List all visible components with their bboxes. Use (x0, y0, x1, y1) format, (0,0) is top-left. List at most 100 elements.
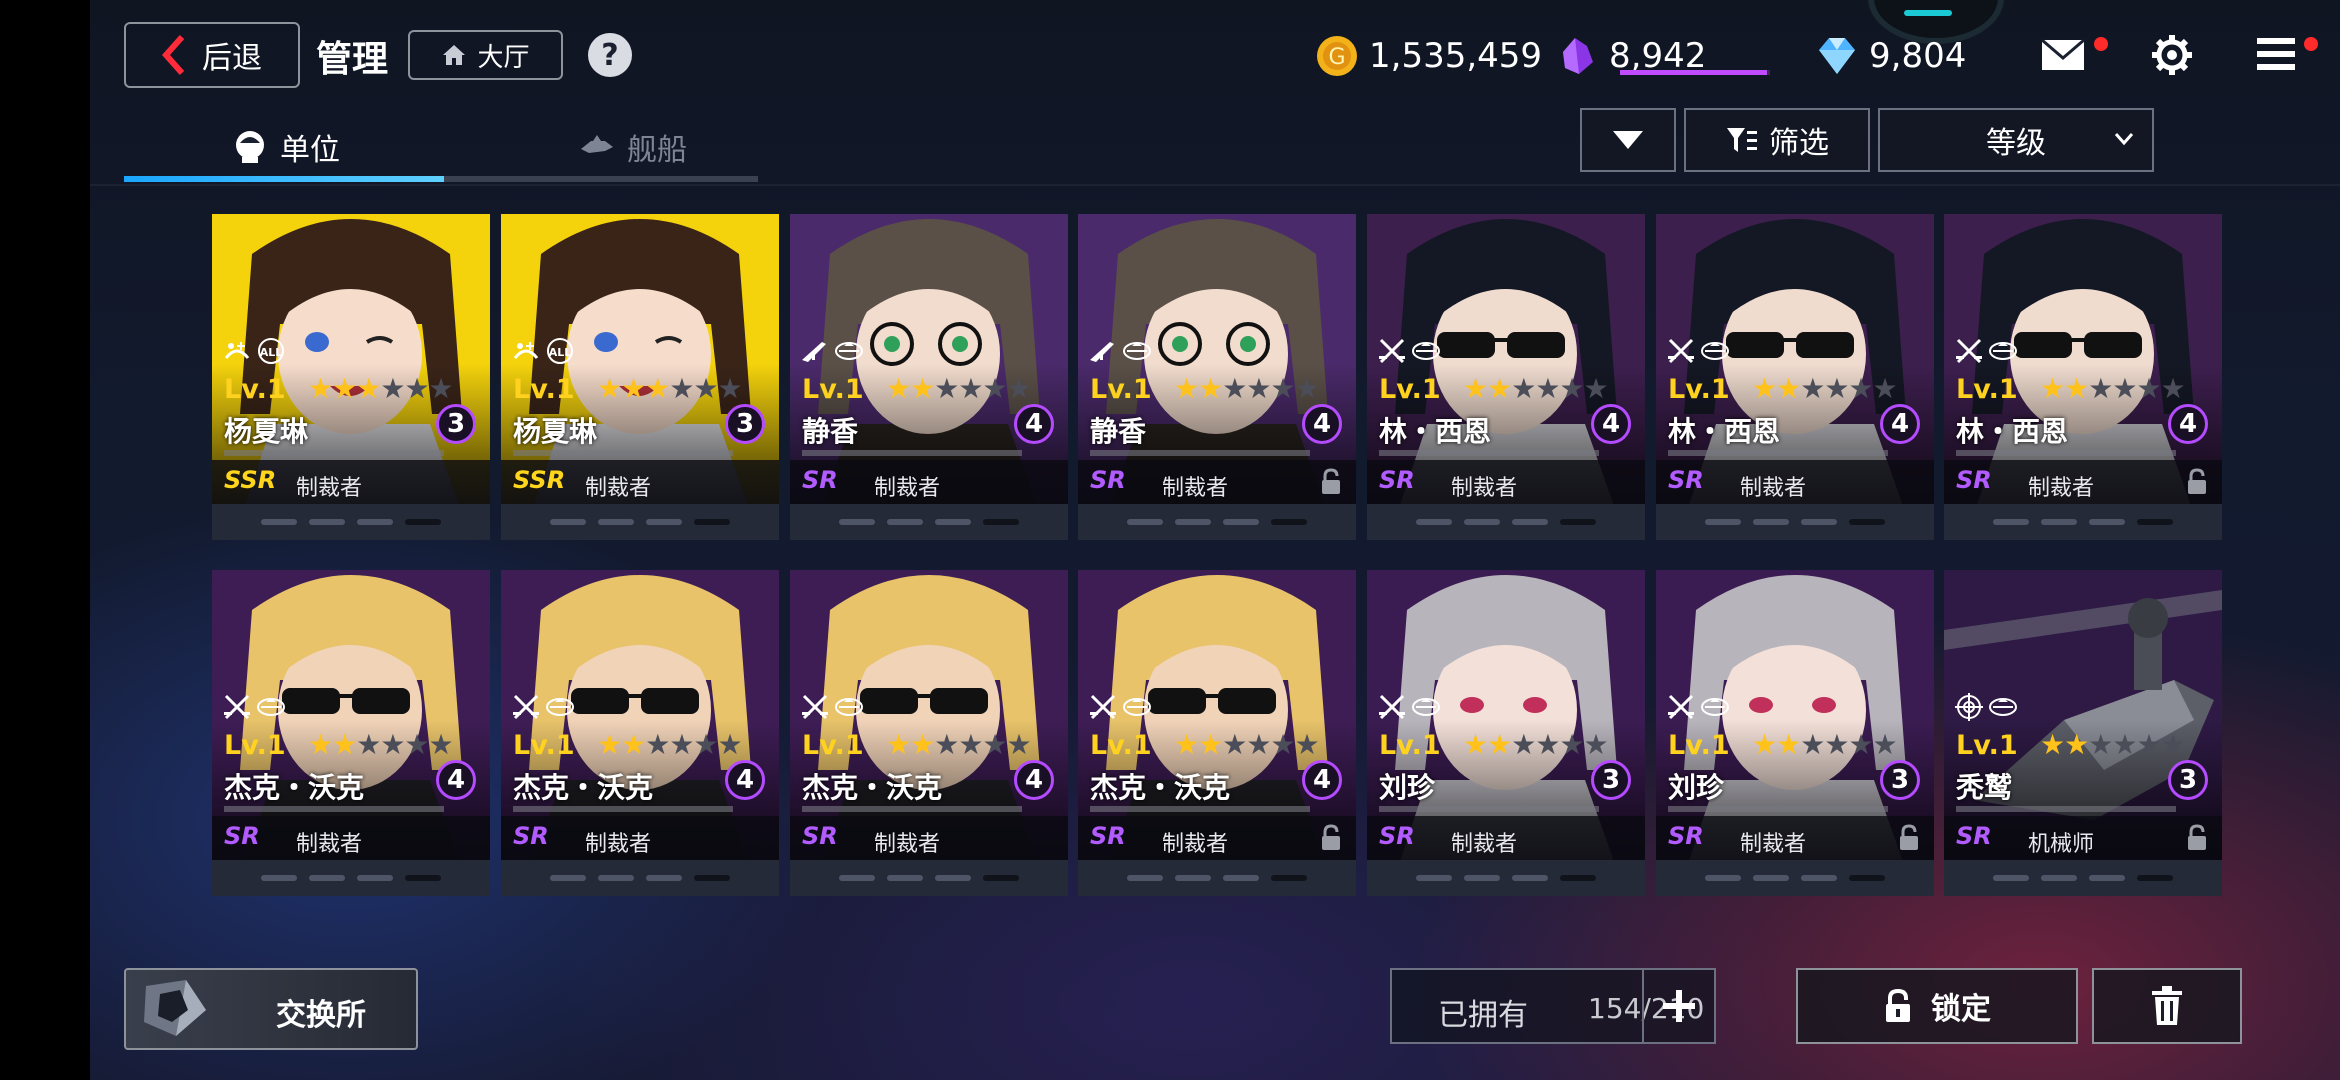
padlock-icon (1886, 988, 1910, 1022)
limit-break-badge: 4 (2168, 404, 2208, 444)
unit-rarity: SR (224, 822, 260, 850)
unit-class: 制裁者 (585, 832, 652, 857)
pip (357, 519, 393, 525)
lock-button[interactable]: 锁定 (1796, 968, 2078, 1044)
unit-card[interactable]: ALL Lv.1 ★★★★★★ 杨夏琳 3 SSR 制裁者 (212, 214, 490, 540)
exchange-crystal-icon (144, 980, 206, 1036)
unit-name: 杰克・沃克 (802, 771, 943, 804)
unit-card[interactable]: Lv.1 ★★★★★★ 刘珍 3 SR 制裁者 (1656, 570, 1934, 896)
unit-card[interactable]: Lv.1 ★★★★★★ 刘珍 3 SR 制裁者 (1367, 570, 1645, 896)
ground-icon (1122, 336, 1152, 366)
chevron-down-icon (2114, 133, 2134, 146)
pip (1993, 875, 2029, 881)
unit-card[interactable]: Lv.1 ★★★★★★ 杰克・沃克 4 SR 制裁者 (212, 570, 490, 896)
pip (1705, 519, 1741, 525)
pip (935, 519, 971, 525)
unit-level: Lv.1 (224, 730, 286, 761)
pip (405, 875, 441, 881)
unit-stars: ★★★★★★ (886, 372, 1032, 405)
back-arrow-icon (162, 35, 185, 75)
filter-label: 筛选 (1769, 126, 1829, 161)
role-icons (1954, 692, 2022, 726)
unit-card[interactable]: Lv.1 ★★★★★★ 杰克・沃克 4 SR 制裁者 (501, 570, 779, 896)
limit-break-badge: 4 (725, 760, 765, 800)
expand-capacity-button[interactable] (1642, 970, 1714, 1042)
settings-gear-icon[interactable] (2150, 33, 2194, 77)
pip (2137, 875, 2173, 881)
ground-icon (1988, 692, 2018, 722)
back-button[interactable]: 后退 (124, 22, 300, 88)
pip (839, 875, 875, 881)
pip (2137, 519, 2173, 525)
limit-break-badge: 4 (1014, 404, 1054, 444)
blue-diamond-icon (1819, 38, 1855, 74)
crossed-swords-icon (222, 692, 252, 722)
pip (1705, 875, 1741, 881)
all-target-icon: ALL (256, 336, 286, 366)
pip (1801, 519, 1837, 525)
unit-stars: ★★★★★★ (2040, 728, 2186, 761)
pip (694, 875, 730, 881)
unit-stars: ★★★★★★ (308, 372, 454, 405)
unit-level: Lv.1 (224, 374, 286, 405)
unit-stars: ★★★★★★ (1752, 372, 1898, 405)
ship-icon (581, 135, 613, 153)
mail-icon[interactable] (2040, 36, 2090, 72)
unit-card[interactable]: Lv.1 ★★★★★★ 静香 4 SR 制裁者 (1078, 214, 1356, 540)
unit-name: 杰克・沃克 (224, 771, 365, 804)
tab-units[interactable]: 单位 (232, 118, 340, 176)
pip (1223, 875, 1259, 881)
delete-button[interactable] (2092, 968, 2242, 1044)
unit-exp-bar (1668, 806, 1888, 812)
crossed-swords-icon (1666, 692, 1696, 722)
sort-by-dropdown[interactable]: 等级 (1878, 108, 2154, 172)
unit-card[interactable]: Lv.1 ★★★★★★ 杰克・沃克 4 SR 制裁者 (1078, 570, 1356, 896)
rifle-icon (800, 336, 830, 366)
unit-card[interactable]: Lv.1 ★★★★★★ 林・西恩 4 SR 制裁者 (1367, 214, 1645, 540)
unit-card[interactable]: Lv.1 ★★★★★★ 杰克・沃克 4 SR 制裁者 (790, 570, 1068, 896)
unit-name: 静香 (1090, 415, 1147, 448)
unit-exp-bar (1956, 806, 2176, 812)
ground-icon (545, 692, 575, 722)
pip (1753, 875, 1789, 881)
unit-name: 杨夏琳 (513, 415, 598, 448)
lobby-button[interactable]: 大厅 (408, 30, 563, 80)
sort-direction-button[interactable] (1580, 108, 1676, 172)
ground-icon (834, 692, 864, 722)
menu-icon[interactable] (2255, 34, 2301, 74)
exchange-button[interactable]: 交换所 (124, 968, 418, 1050)
pip (1416, 519, 1452, 525)
unit-level: Lv.1 (1668, 730, 1730, 761)
home-icon (443, 45, 466, 65)
unit-card[interactable]: Lv.1 ★★★★★★ 林・西恩 4 SR 制裁者 (1656, 214, 1934, 540)
role-icons (800, 336, 868, 370)
tab-ships[interactable]: 舰船 (579, 118, 687, 176)
limit-break-badge: 3 (1880, 760, 1920, 800)
unit-card[interactable]: Lv.1 ★★★★★★ 静香 4 SR 制裁者 (790, 214, 1068, 540)
pip (1801, 875, 1837, 881)
ground-icon (834, 336, 864, 366)
unit-rarity: SSR (513, 466, 566, 494)
crystal-progress-fill (1620, 70, 1767, 75)
unit-card[interactable]: Lv.1 ★★★★★★ 林・西恩 4 SR 制裁者 (1944, 214, 2222, 540)
pip (261, 875, 297, 881)
unit-card[interactable]: ALL Lv.1 ★★★★★★ 杨夏琳 3 SSR 制裁者 (501, 214, 779, 540)
unit-stars: ★★★★★★ (308, 728, 454, 761)
limit-break-badge: 4 (1591, 404, 1631, 444)
tab-ships-label: 舰船 (627, 133, 687, 168)
pip (2089, 519, 2125, 525)
ground-icon (1122, 692, 1152, 722)
lock-icon (2188, 824, 2206, 850)
unit-name: 刘珍 (1379, 771, 1436, 804)
crossed-swords-icon (1088, 692, 1118, 722)
unit-card[interactable]: Lv.1 ★★★★★★ 秃鹫 3 SR 机械师 (1944, 570, 2222, 896)
unit-exp-bar (1379, 806, 1599, 812)
filter-button[interactable]: 筛选 (1684, 108, 1870, 172)
role-icons (1666, 692, 1734, 726)
pip (694, 519, 730, 525)
unit-stars: ★★★★★★ (2040, 372, 2186, 405)
ground-icon (256, 692, 286, 722)
unit-level: Lv.1 (802, 374, 864, 405)
pip (1512, 519, 1548, 525)
help-button[interactable]: ? (588, 33, 632, 77)
